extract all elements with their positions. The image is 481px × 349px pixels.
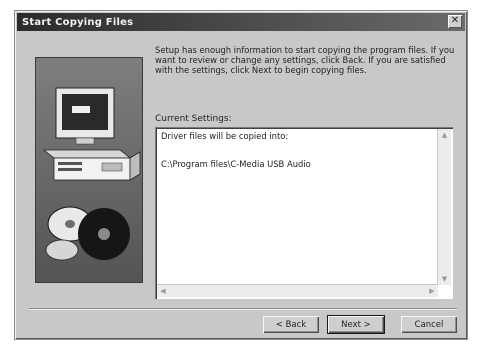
vertical-scrollbar[interactable]: ▲ ▼ — [437, 129, 451, 285]
back-button[interactable]: < Back — [263, 316, 319, 333]
setup-dialog: Start Copying Files ✕ Setup has enough i… — [14, 10, 468, 340]
setup-illustration — [35, 57, 143, 283]
chevron-left-icon[interactable]: ◀ — [157, 285, 169, 297]
chevron-right-icon[interactable]: ▶ — [426, 285, 438, 297]
horizontal-scrollbar[interactable]: ◀ ▶ — [157, 284, 438, 297]
chevron-down-icon[interactable]: ▼ — [438, 273, 451, 285]
close-icon[interactable]: ✕ — [448, 15, 462, 28]
intro-text: Setup has enough information to start co… — [155, 45, 455, 75]
current-settings-label: Current Settings: — [155, 114, 232, 124]
title-bar: Start Copying Files ✕ — [17, 13, 465, 31]
computer-and-cd-illustration — [36, 58, 142, 282]
button-divider — [29, 308, 457, 310]
settings-line: Driver files will be copied into: — [161, 131, 289, 141]
settings-line: C:\Program files\C-Media USB Audio — [161, 159, 311, 169]
cancel-button[interactable]: Cancel — [401, 316, 457, 333]
next-button[interactable]: Next > — [327, 315, 385, 334]
chevron-up-icon[interactable]: ▲ — [438, 129, 451, 141]
current-settings-textbox[interactable]: Driver files will be copied into: C:\Pro… — [155, 127, 453, 299]
window-title: Start Copying Files — [22, 16, 134, 28]
